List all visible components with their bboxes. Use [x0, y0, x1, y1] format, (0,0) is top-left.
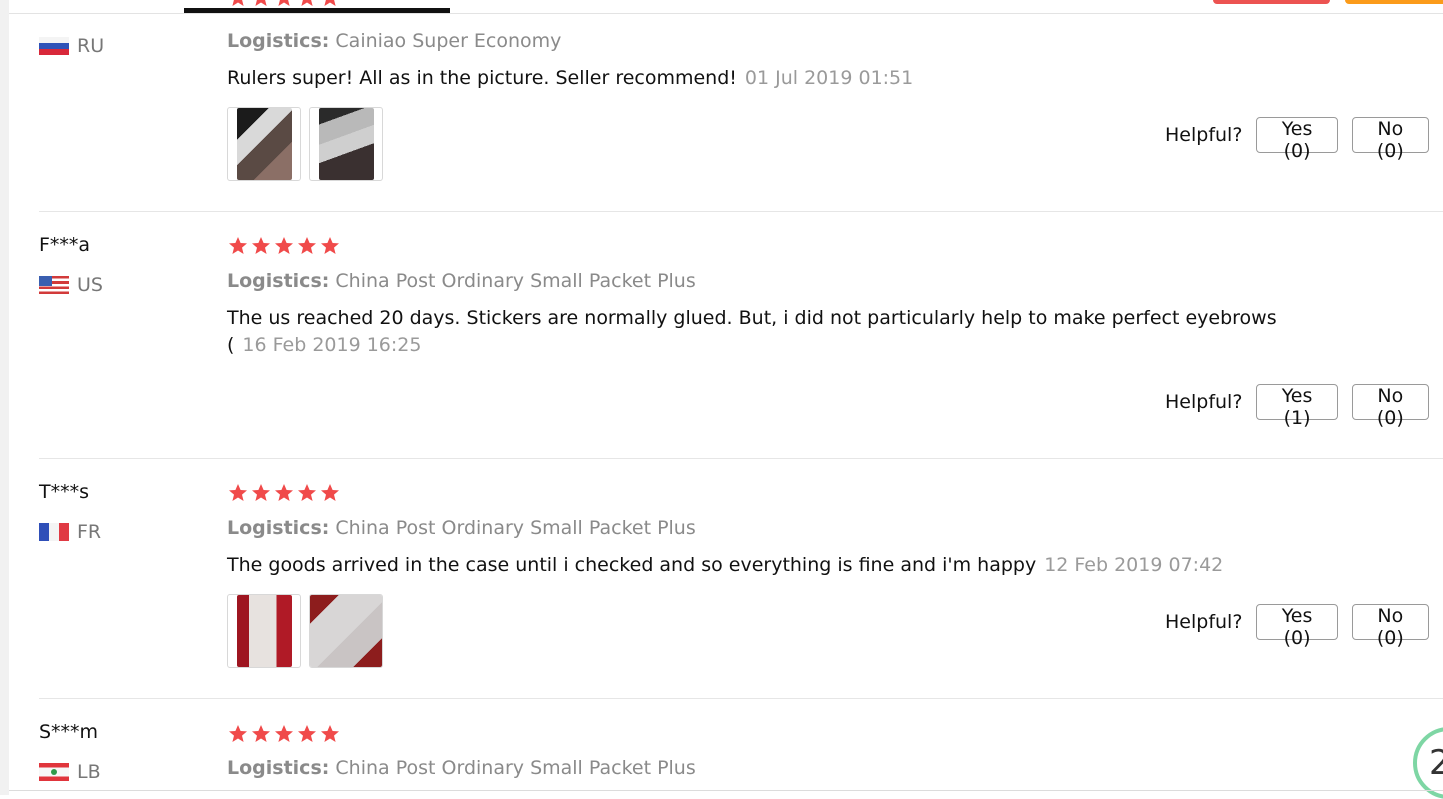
reviewer-country: FR	[39, 521, 101, 543]
review-item: T***s FR Logistics: China Post Ordinary …	[39, 459, 1443, 698]
logistics-info: Logistics: China Post Ordinary Small Pac…	[227, 757, 696, 779]
review-body: The goods arrived in the case until i ch…	[227, 554, 1037, 576]
review-body: Rulers super! All as in the picture. Sel…	[227, 67, 737, 89]
logistics-label: Logistics:	[227, 270, 330, 292]
review-item: F***a US Logistics: China Post Ordinary …	[39, 212, 1443, 458]
logistics-label: Logistics:	[227, 517, 330, 539]
review-photo-thumbnail[interactable]	[227, 594, 301, 668]
review-item: S***m LB Logistics: China Post Ordinary …	[39, 699, 1443, 795]
lebanon-flag-icon	[39, 763, 69, 781]
review-text: Rulers super! All as in the picture. Sel…	[227, 65, 1317, 92]
helpful-vote: Helpful? Yes (1) No (0)	[1165, 384, 1443, 429]
helpful-yes-button[interactable]: Yes (0)	[1256, 604, 1338, 649]
helpful-no-button[interactable]: No (0)	[1351, 117, 1429, 162]
usa-flag-icon	[39, 276, 69, 294]
review-photo-thumbnail[interactable]	[227, 107, 301, 181]
star-icon	[297, 724, 317, 744]
rating-stars	[228, 483, 340, 503]
star-icon	[274, 483, 294, 503]
reviewer-name: T***s	[39, 481, 90, 503]
review-photos	[227, 594, 383, 668]
review-photo-thumbnail[interactable]	[309, 107, 383, 181]
star-icon	[320, 236, 340, 256]
reviewer-country: RU	[39, 35, 104, 57]
logistics-label: Logistics:	[227, 30, 330, 52]
star-icon	[228, 483, 248, 503]
rating-stars	[228, 236, 340, 256]
review-date: 16 Feb 2019 16:25	[242, 334, 422, 356]
rating-stars	[228, 724, 340, 744]
logistics-info: Logistics: Cainiao Super Economy	[227, 30, 561, 52]
reviewer-name: S***m	[39, 721, 99, 743]
review-photos	[227, 107, 383, 181]
reviewer-name: F***a	[39, 234, 91, 256]
country-code: FR	[77, 521, 102, 543]
helpful-label: Helpful?	[1165, 611, 1243, 633]
star-icon	[228, 724, 248, 744]
star-icon	[274, 0, 294, 8]
star-icon	[297, 483, 317, 503]
helpful-no-button[interactable]: No (0)	[1351, 384, 1429, 429]
review-text: The goods arrived in the case until i ch…	[227, 552, 1317, 579]
logistics-value: China Post Ordinary Small Packet Plus	[335, 757, 696, 779]
bottom-divider	[9, 790, 1443, 791]
review-date: 01 Jul 2019 01:51	[744, 67, 914, 89]
helpful-no-button[interactable]: No (0)	[1351, 604, 1429, 649]
left-rail	[0, 0, 9, 795]
helpful-label: Helpful?	[1165, 391, 1243, 413]
country-code: US	[77, 274, 103, 296]
helpful-yes-button[interactable]: Yes (1)	[1256, 384, 1338, 429]
reviewer-country: US	[39, 274, 103, 296]
star-icon	[274, 236, 294, 256]
helpful-vote: Helpful? Yes (0) No (0)	[1165, 604, 1443, 649]
star-icon	[320, 724, 340, 744]
star-icon	[251, 0, 271, 8]
star-icon	[228, 236, 248, 256]
helpful-yes-button[interactable]: Yes (0)	[1256, 117, 1338, 162]
reviewer-country: LB	[39, 761, 101, 783]
logistics-label: Logistics:	[227, 757, 330, 779]
review-date: 12 Feb 2019 07:42	[1044, 554, 1224, 576]
star-icon	[297, 0, 317, 8]
helpful-vote: Helpful? Yes (0) No (0)	[1165, 117, 1443, 162]
star-icon	[274, 724, 294, 744]
logistics-value: Cainiao Super Economy	[335, 30, 562, 52]
country-code: RU	[77, 35, 105, 57]
russia-flag-icon	[39, 37, 69, 55]
france-flag-icon	[39, 523, 69, 541]
review-item: RU Logistics: Cainiao Super Economy Rule…	[39, 0, 1443, 212]
star-icon	[297, 236, 317, 256]
logistics-info: Logistics: China Post Ordinary Small Pac…	[227, 270, 696, 292]
star-icon	[320, 483, 340, 503]
star-icon	[251, 724, 271, 744]
star-icon	[251, 483, 271, 503]
logistics-value: China Post Ordinary Small Packet Plus	[335, 270, 696, 292]
country-code: LB	[77, 761, 101, 783]
star-icon	[320, 0, 340, 8]
logistics-info: Logistics: China Post Ordinary Small Pac…	[227, 517, 696, 539]
logistics-value: China Post Ordinary Small Packet Plus	[335, 517, 696, 539]
star-icon	[251, 236, 271, 256]
rating-stars	[228, 0, 340, 8]
helpful-label: Helpful?	[1165, 124, 1243, 146]
review-photo-thumbnail[interactable]	[309, 594, 383, 668]
review-text: The us reached 20 days. Stickers are nor…	[227, 305, 1317, 359]
star-icon	[228, 0, 248, 8]
widget-glyph: 2	[1429, 743, 1443, 783]
